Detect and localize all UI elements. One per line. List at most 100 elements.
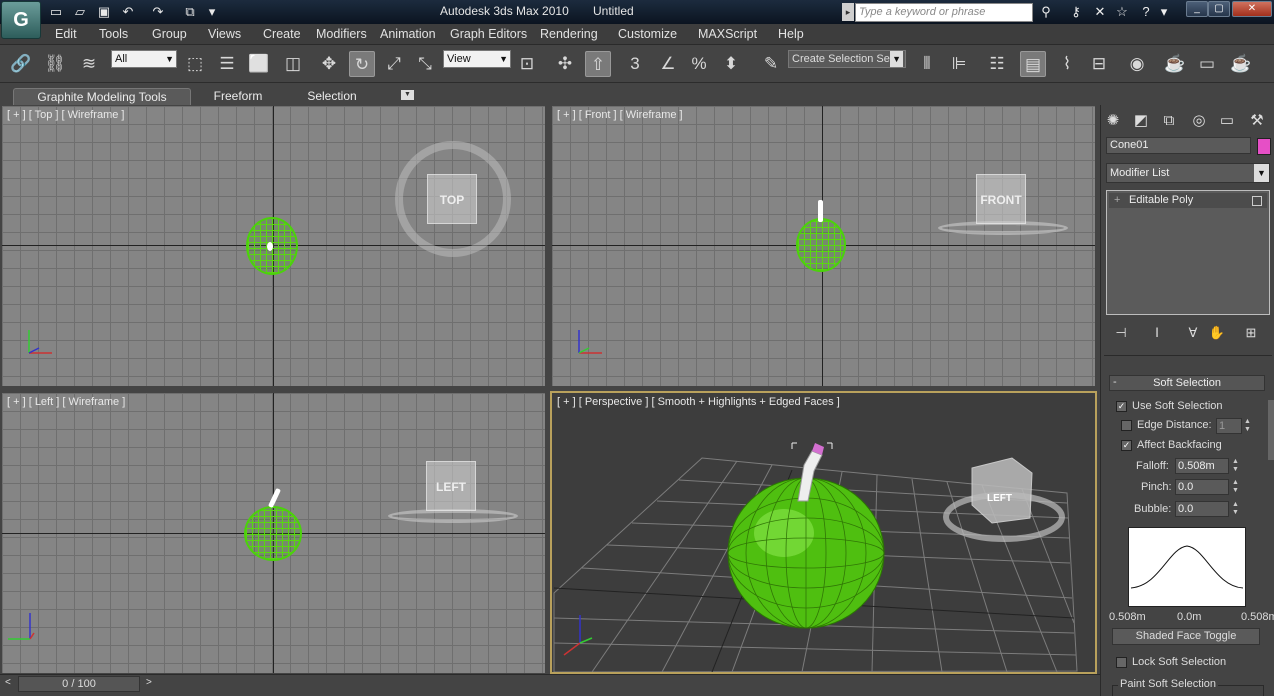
search-input[interactable]: Type a keyword or phrase (855, 3, 1033, 22)
make-unique-icon[interactable]: ∀ (1183, 323, 1203, 343)
render-setup-icon[interactable]: ☕ (1162, 51, 1188, 77)
search-expand-arrow[interactable]: ▸ (842, 3, 854, 21)
bind-space-warp-icon[interactable]: ≋ (76, 51, 102, 77)
rendered-frame-window-icon[interactable]: ▭ (1194, 51, 1220, 77)
time-slider[interactable]: 0 / 100 (18, 676, 140, 692)
menu-customize[interactable]: Customize (618, 27, 677, 41)
reference-coordinate-dropdown[interactable]: View ▼ (443, 50, 511, 68)
curve-editor-icon[interactable]: ⌇ (1054, 51, 1080, 77)
tools-icon[interactable]: ✕ (1090, 3, 1110, 21)
expand-icon[interactable]: + (1114, 193, 1120, 208)
named-selection-sets-dropdown[interactable]: Create Selection Se ▼ (788, 50, 906, 68)
rectangular-selection-icon[interactable]: ⬜ (246, 51, 272, 77)
viewport-label[interactable]: [ + ] [ Top ] [ Wireframe ] (7, 109, 124, 121)
favorites-star-icon[interactable]: ☆ (1112, 3, 1132, 21)
viewport-perspective[interactable]: [ + ] [ Perspective ] [ Smooth + Highlig… (550, 391, 1097, 674)
spinner-arrows-icon[interactable]: ▲ ▼ (1231, 479, 1240, 495)
spinner-snap-icon[interactable]: ⬍ (718, 51, 744, 77)
edit-named-selection-icon[interactable]: ✎ (758, 51, 784, 77)
quick-access-dropdown[interactable]: ▾ (202, 3, 222, 21)
minimize-button[interactable]: _ (1186, 1, 1208, 17)
ribbon-options-dropdown[interactable]: ▼ (401, 90, 414, 100)
stack-item-editable-poly[interactable]: + Editable Poly (1109, 193, 1267, 208)
soft-selection-rollout-header[interactable]: Soft Selection (1109, 375, 1265, 391)
menu-edit[interactable]: Edit (55, 27, 77, 41)
time-slider-prev-icon[interactable]: < (5, 677, 11, 688)
schematic-view-icon[interactable]: ⊟ (1086, 51, 1112, 77)
viewport-label[interactable]: [ + ] [ Left ] [ Wireframe ] (7, 396, 125, 408)
open-icon[interactable]: ▱ (70, 3, 90, 21)
select-object-icon[interactable]: ⬚ (182, 51, 208, 77)
tab-selection[interactable]: Selection (300, 88, 364, 105)
select-link-icon[interactable]: 🔗 (8, 51, 34, 77)
window-crossing-icon[interactable]: ◫ (280, 51, 306, 77)
menu-graph-editors[interactable]: Graph Editors (450, 27, 527, 41)
viewport-front[interactable]: [ + ] [ Front ] [ Wireframe ] FRONT (552, 106, 1095, 386)
menu-group[interactable]: Group (152, 27, 187, 41)
utilities-tab-icon[interactable]: ⚒ (1245, 110, 1269, 132)
manage-layers-icon[interactable]: ☷ (984, 51, 1010, 77)
save-icon[interactable]: ▣ (94, 3, 114, 21)
move-icon[interactable]: ✥ (316, 51, 342, 77)
viewcube[interactable]: FRONT (976, 174, 1026, 224)
maximize-button[interactable]: ▢ (1208, 1, 1230, 17)
selection-filter-dropdown[interactable]: All ▼ (111, 50, 177, 68)
shaded-face-toggle-button[interactable]: Shaded Face Toggle (1112, 628, 1260, 645)
hierarchy-tab-icon[interactable]: ⧉ (1157, 110, 1181, 132)
pinch-spinner[interactable]: 0.0 (1175, 479, 1229, 495)
collapse-icon[interactable]: - (1113, 376, 1117, 388)
stem-mesh[interactable] (818, 200, 823, 222)
stem-mesh[interactable] (267, 242, 273, 251)
remove-modifier-icon[interactable]: ✋ (1207, 323, 1227, 343)
create-tab-icon[interactable]: ✺ (1101, 110, 1125, 132)
key-icon[interactable]: ⚷ (1066, 3, 1086, 21)
motion-tab-icon[interactable]: ◎ (1187, 110, 1211, 132)
select-and-squash-icon[interactable]: ⤡ (412, 51, 438, 77)
pin-stack-icon[interactable]: ⊣ (1111, 323, 1131, 343)
display-tab-icon[interactable]: ▭ (1215, 110, 1239, 132)
edge-distance-spinner[interactable]: 1 (1216, 418, 1242, 434)
lock-soft-selection-checkbox[interactable] (1116, 657, 1127, 668)
binoculars-icon[interactable]: ⚲ (1036, 3, 1056, 21)
help-dropdown-icon[interactable]: ▾ (1154, 3, 1174, 21)
tab-graphite-modeling-tools[interactable]: Graphite Modeling Tools (13, 88, 191, 105)
menu-tools[interactable]: Tools (99, 27, 128, 41)
time-slider-next-icon[interactable]: > (146, 677, 152, 688)
menu-create[interactable]: Create (263, 27, 301, 41)
new-icon[interactable]: ▭ (46, 3, 66, 21)
bubble-spinner[interactable]: 0.0 (1175, 501, 1229, 517)
modify-tab-icon[interactable]: ◩ (1129, 110, 1153, 132)
menu-maxscript[interactable]: MAXScript (698, 27, 757, 41)
keyboard-shortcut-override-icon[interactable]: ⇧ (585, 51, 611, 77)
configure-modifier-sets-icon[interactable]: ⊞ (1241, 323, 1261, 343)
apple-mesh[interactable] (244, 506, 302, 561)
project-icon[interactable]: ⧉ (180, 3, 200, 21)
menu-views[interactable]: Views (208, 27, 241, 41)
render-production-icon[interactable]: ☕ (1228, 51, 1254, 77)
tab-freeform[interactable]: Freeform (208, 88, 268, 105)
falloff-spinner[interactable]: 0.508m (1175, 458, 1229, 474)
command-panel-scrollbar[interactable] (1268, 400, 1274, 460)
spinner-arrows-icon[interactable]: ▲ ▼ (1243, 418, 1252, 434)
pivot-center-icon[interactable]: ⊡ (514, 51, 540, 77)
rotate-icon[interactable]: ↻ (349, 51, 375, 77)
help-icon[interactable]: ? (1136, 3, 1156, 21)
material-editor-icon[interactable]: ◉ (1124, 51, 1150, 77)
apple-mesh[interactable] (796, 218, 846, 272)
app-menu-button[interactable]: G (1, 1, 41, 39)
affect-backfacing-checkbox[interactable]: ✓ (1121, 440, 1132, 451)
redo-icon[interactable]: ↷ (148, 3, 168, 21)
menu-modifiers[interactable]: Modifiers (316, 27, 367, 41)
show-end-result-icon[interactable]: Ⅰ (1147, 323, 1167, 343)
angle-snap-icon[interactable]: ∠ (655, 51, 681, 77)
percent-snap-icon[interactable]: % (686, 51, 712, 77)
unlink-icon[interactable]: ⛓ (42, 51, 68, 77)
select-by-name-icon[interactable]: ☰ (214, 51, 240, 77)
spinner-arrows-icon[interactable]: ▲ ▼ (1231, 458, 1240, 474)
viewport-label[interactable]: [ + ] [ Front ] [ Wireframe ] (557, 109, 683, 121)
align-icon[interactable]: ⊫ (946, 51, 972, 77)
graphite-modeling-tools-icon[interactable]: ▤ (1020, 51, 1046, 77)
modifier-list-dropdown[interactable]: Modifier List ▼ (1106, 163, 1270, 183)
viewport-left[interactable]: [ + ] [ Left ] [ Wireframe ] LEFT (2, 393, 545, 673)
object-color-swatch[interactable] (1257, 138, 1271, 155)
